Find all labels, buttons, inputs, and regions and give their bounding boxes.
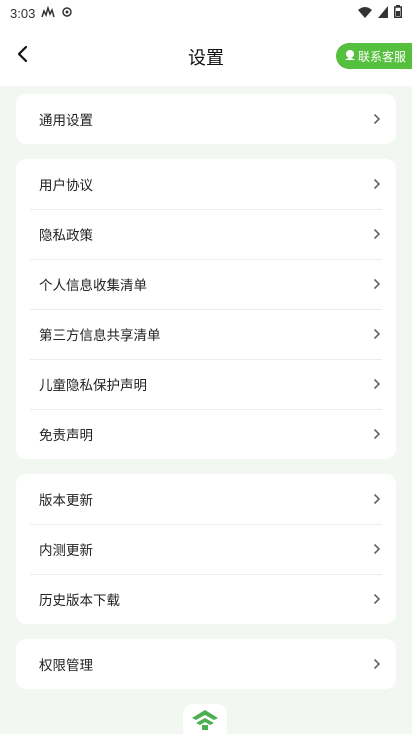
row-label: 第三方信息共享清单 bbox=[39, 328, 161, 344]
group-legal: 用户协议 隐私政策 个人信息收集清单 第三方信息共享清单 儿童隐私保护声明 免责… bbox=[16, 159, 396, 459]
group-general: 通用设置 bbox=[16, 94, 396, 144]
row-third-party-sharing-list[interactable]: 第三方信息共享清单 bbox=[16, 309, 396, 359]
row-label: 权限管理 bbox=[39, 658, 93, 674]
row-beta-update[interactable]: 内测更新 bbox=[16, 524, 396, 574]
row-label: 内测更新 bbox=[39, 543, 93, 559]
status-time: 3:03 bbox=[10, 5, 36, 21]
row-history-download[interactable]: 历史版本下载 bbox=[16, 574, 396, 624]
chevron-right-icon bbox=[372, 177, 382, 191]
header: 设置 联系客服 bbox=[0, 26, 412, 86]
chevron-right-icon bbox=[372, 327, 382, 341]
contact-service-button[interactable]: 联系客服 bbox=[335, 43, 412, 69]
row-general-settings[interactable]: 通用设置 bbox=[16, 94, 396, 144]
status-right bbox=[358, 5, 402, 21]
row-disclaimer[interactable]: 免责声明 bbox=[16, 409, 396, 459]
wifi-icon bbox=[358, 6, 372, 21]
battery-icon bbox=[394, 5, 402, 21]
chevron-right-icon bbox=[372, 542, 382, 556]
chevron-right-icon bbox=[372, 112, 382, 126]
chevron-right-icon bbox=[372, 492, 382, 506]
row-label: 历史版本下载 bbox=[39, 593, 120, 609]
row-label: 儿童隐私保护声明 bbox=[39, 378, 147, 394]
row-child-privacy-statement[interactable]: 儿童隐私保护声明 bbox=[16, 359, 396, 409]
cellular-icon bbox=[378, 5, 388, 21]
row-privacy-policy[interactable]: 隐私政策 bbox=[16, 209, 396, 259]
status-left: 3:03 bbox=[10, 4, 73, 21]
row-personal-info-list[interactable]: 个人信息收集清单 bbox=[16, 259, 396, 309]
row-version-update[interactable]: 版本更新 bbox=[16, 474, 396, 524]
chevron-right-icon bbox=[372, 277, 382, 291]
row-label: 用户协议 bbox=[39, 178, 93, 194]
group-versions: 版本更新 内测更新 历史版本下载 bbox=[16, 474, 396, 624]
headset-icon bbox=[344, 49, 356, 64]
chevron-right-icon bbox=[372, 592, 382, 606]
row-label: 通用设置 bbox=[39, 113, 93, 129]
status-bar: 3:03 bbox=[0, 0, 412, 26]
row-user-agreement[interactable]: 用户协议 bbox=[16, 159, 396, 209]
row-label: 版本更新 bbox=[39, 493, 93, 509]
row-label: 免责声明 bbox=[39, 428, 93, 444]
app-logo-icon bbox=[183, 704, 227, 734]
chevron-right-icon bbox=[372, 427, 382, 441]
row-label: 隐私政策 bbox=[39, 228, 93, 244]
group-permissions: 权限管理 bbox=[16, 639, 396, 689]
chevron-right-icon bbox=[372, 377, 382, 391]
chevron-right-icon bbox=[372, 657, 382, 671]
row-permission-management[interactable]: 权限管理 bbox=[16, 639, 396, 689]
row-label: 个人信息收集清单 bbox=[39, 278, 147, 294]
contact-service-label: 联系客服 bbox=[357, 49, 406, 64]
signal-icon bbox=[41, 4, 56, 21]
settings-icon bbox=[61, 6, 73, 21]
settings-list: 通用设置 用户协议 隐私政策 个人信息收集清单 第三方信息共享清单 儿童隐私保护… bbox=[16, 94, 396, 704]
chevron-right-icon bbox=[372, 227, 382, 241]
